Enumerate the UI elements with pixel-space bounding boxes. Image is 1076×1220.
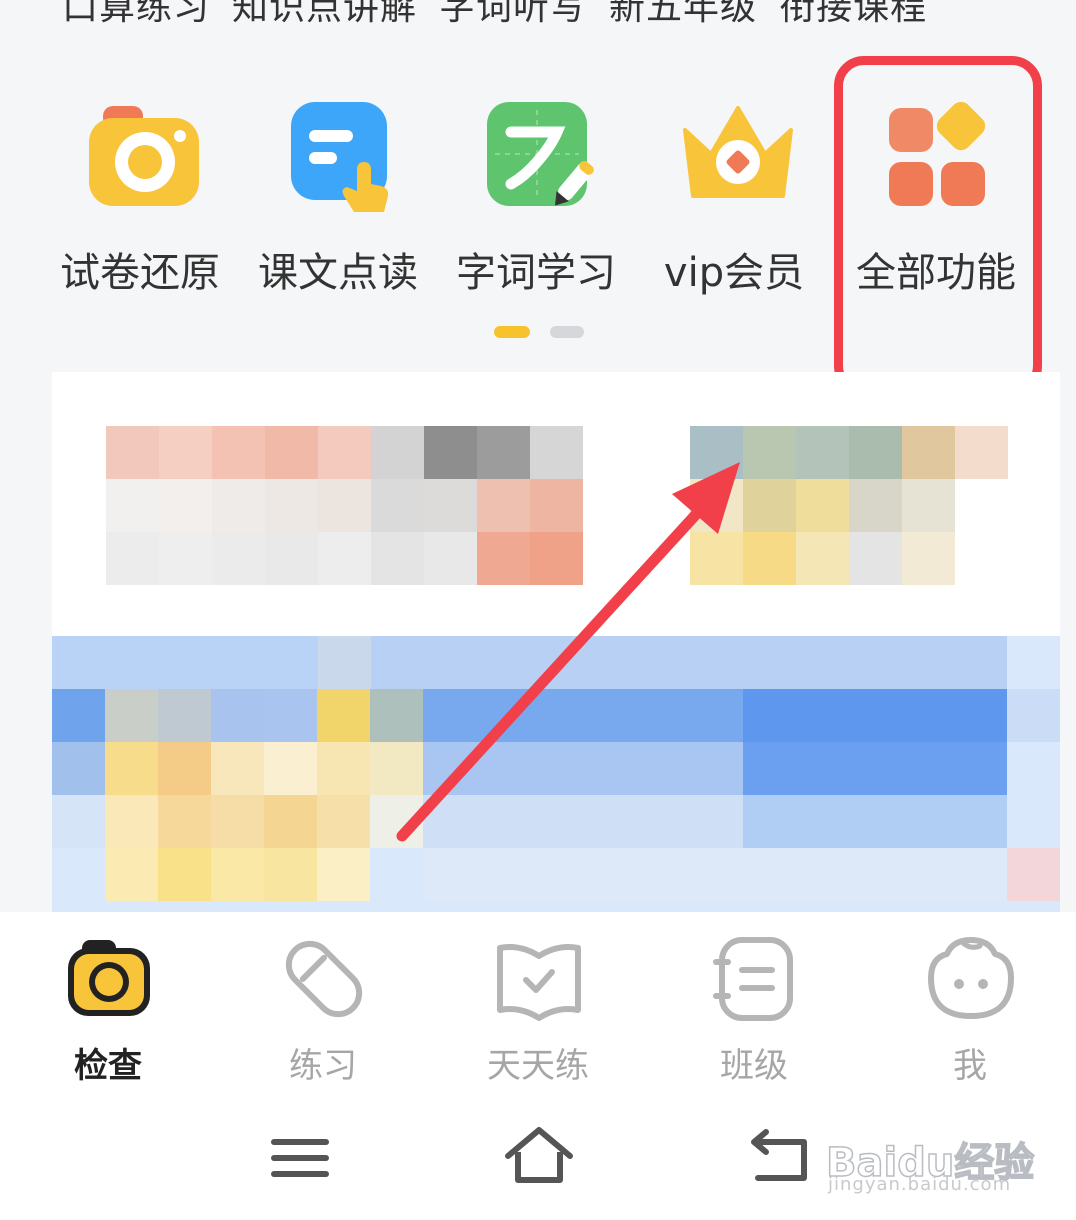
- tab-label: 练习: [289, 1046, 357, 1086]
- tab-check[interactable]: 检查: [28, 934, 188, 1086]
- home-icon[interactable]: [504, 1122, 574, 1192]
- tab-class[interactable]: 班级: [674, 934, 834, 1086]
- tab-practice[interactable]: 练习: [243, 934, 403, 1086]
- menu-icon[interactable]: [266, 1122, 336, 1192]
- back-icon[interactable]: [744, 1122, 814, 1192]
- baby-face-icon: [928, 937, 1014, 1019]
- watermark-url: jingyan.baidu.com: [828, 1174, 1012, 1195]
- tab-label: 班级: [720, 1046, 788, 1086]
- tab-me[interactable]: 我: [890, 934, 1050, 1086]
- notebook-icon: [713, 937, 793, 1021]
- tab-label: 检查: [74, 1046, 142, 1086]
- tab-label: 天天练: [487, 1046, 589, 1086]
- eraser-icon: [285, 940, 363, 1018]
- tab-label: 我: [953, 1046, 987, 1086]
- baidu-jingyan-watermark: Baidu经验 jingyan.baidu.com: [825, 1100, 1036, 1200]
- tab-daily-practice[interactable]: 天天练: [458, 934, 618, 1086]
- camera-icon: [68, 940, 150, 1016]
- book-check-icon: [497, 944, 581, 1021]
- bottom-tab-bar: 检查 练习 天天练 班级 我: [0, 912, 1076, 1092]
